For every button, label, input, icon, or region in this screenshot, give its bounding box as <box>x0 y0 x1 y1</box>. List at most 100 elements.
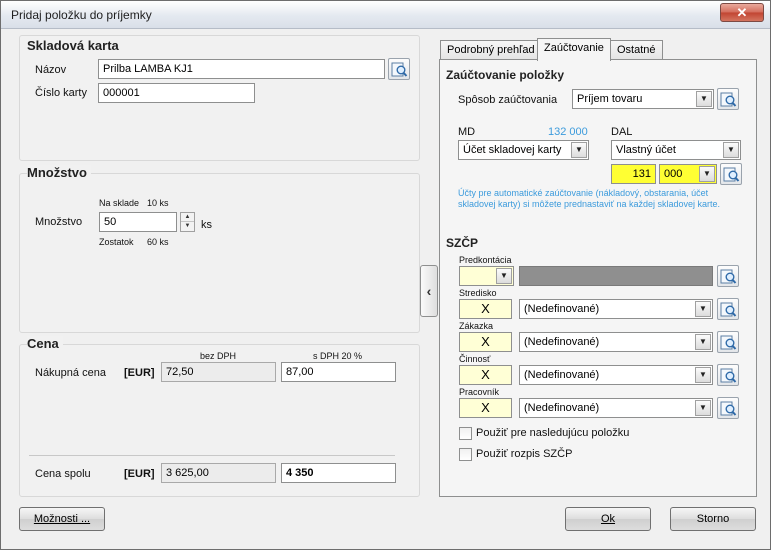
zostatok-value: 60 ks <box>147 237 169 247</box>
sposob-zauctovania-select[interactable]: Príjem tovaru ▼ <box>572 89 714 109</box>
cena-spolu-s-dph-field[interactable]: 4 350 <box>281 463 396 483</box>
nakupna-cena-label: Nákupná cena <box>35 367 106 379</box>
sposob-search-button[interactable] <box>717 88 739 110</box>
cena-spolu-currency: [EUR] <box>124 468 155 480</box>
predkontacia-label: Predkontácia <box>459 255 512 265</box>
cinnost-search-button[interactable] <box>717 364 739 386</box>
dal-label: DAL <box>611 126 633 138</box>
dialog-window: Pridaj položku do príjemky ✕ Skladová ka… <box>0 0 771 550</box>
collapse-panel-button[interactable]: ‹ <box>420 265 438 317</box>
cena-spolu-bez-dph-field: 3 625,00 <box>161 463 276 483</box>
zakazka-value: (Nedefinované) <box>524 336 600 348</box>
search-card-icon <box>720 401 737 416</box>
dal-ucet-input[interactable]: 131 <box>611 164 656 184</box>
chevron-down-icon[interactable]: ▼ <box>496 268 512 284</box>
nazov-search-button[interactable] <box>388 58 410 80</box>
spin-up-icon[interactable]: ▲ <box>181 213 194 222</box>
skladova-karta-title: Skladová karta <box>27 38 119 53</box>
stredisko-label: Stredisko <box>459 288 497 298</box>
search-card-icon <box>720 302 737 317</box>
nakupna-bez-dph-field: 72,50 <box>161 362 276 382</box>
cena-spolu-label: Cena spolu <box>35 468 91 480</box>
cislo-karty-label: Číslo karty <box>35 87 87 99</box>
zauctovanie-info-text: Účty pre automatické zaúčtovanie (náklad… <box>458 188 720 209</box>
search-card-icon <box>723 167 740 182</box>
chevron-down-icon[interactable]: ▼ <box>695 334 711 350</box>
predkontacia-description-field <box>519 266 713 286</box>
zakazka-label: Zákazka <box>459 321 494 331</box>
stredisko-select[interactable]: (Nedefinované) ▼ <box>519 299 713 319</box>
cinnost-value: (Nedefinované) <box>524 369 600 381</box>
cinnost-label: Činnosť <box>459 354 491 364</box>
szcp-title: SZČP <box>446 236 479 250</box>
md-label: MD <box>458 126 476 138</box>
zakazka-code-input[interactable]: X <box>459 332 512 352</box>
zauctovanie-polozky-title: Zaúčtovanie položky <box>446 68 565 82</box>
mnozstvo-input[interactable]: 50 <box>99 212 177 232</box>
dal-analytika-select[interactable]: 000 ▼ <box>659 164 717 184</box>
close-icon: ✕ <box>736 5 748 20</box>
tab-podrobny-prehlad[interactable]: Podrobný prehľad <box>440 40 542 60</box>
pouzit-pre-nasledujucu-checkbox[interactable] <box>459 427 472 440</box>
pracovnik-code-input[interactable]: X <box>459 398 512 418</box>
chevron-left-icon: ‹ <box>426 283 432 299</box>
mnozstvo-label: Množstvo <box>35 216 83 228</box>
md-select[interactable]: Účet skladovej karty ▼ <box>458 140 589 160</box>
search-card-icon <box>720 92 737 107</box>
ok-button[interactable]: Ok <box>565 507 651 531</box>
dal-select[interactable]: Vlastný účet ▼ <box>611 140 741 160</box>
search-card-icon <box>391 62 408 77</box>
cena-title: Cena <box>27 336 63 351</box>
moznosti-button[interactable]: Možnosti ... <box>19 507 105 531</box>
cislo-karty-input[interactable]: 000001 <box>98 83 255 103</box>
chevron-down-icon[interactable]: ▼ <box>695 301 711 317</box>
zakazka-select[interactable]: (Nedefinované) ▼ <box>519 332 713 352</box>
dal-search-button[interactable] <box>720 163 742 185</box>
search-card-icon <box>720 368 737 383</box>
pouzit-pre-nasledujucu-label[interactable]: Použiť pre nasledujúcu položku <box>476 427 629 439</box>
chevron-down-icon[interactable]: ▼ <box>699 166 715 182</box>
tab-zauctovanie[interactable]: Zaúčtovanie <box>537 38 611 61</box>
chevron-down-icon[interactable]: ▼ <box>695 367 711 383</box>
md-value: Účet skladovej karty <box>463 144 562 156</box>
chevron-down-icon[interactable]: ▼ <box>696 91 712 107</box>
na-sklade-value: 10 ks <box>147 198 169 208</box>
zakazka-search-button[interactable] <box>717 331 739 353</box>
pracovnik-search-button[interactable] <box>717 397 739 419</box>
spin-down-icon[interactable]: ▼ <box>181 222 194 231</box>
moznosti-label: Možnosti ... <box>33 513 91 525</box>
stredisko-search-button[interactable] <box>717 298 739 320</box>
storno-button[interactable]: Storno <box>670 507 756 531</box>
chevron-down-icon[interactable]: ▼ <box>723 142 739 158</box>
mnozstvo-panel <box>19 173 420 333</box>
cena-divider <box>29 455 395 456</box>
search-card-icon <box>720 269 737 284</box>
title-bar[interactable]: Pridaj položku do príjemky ✕ <box>1 1 770 29</box>
pouzit-rozpis-szcp-label[interactable]: Použiť rozpis SZČP <box>476 448 572 460</box>
stredisko-code-input[interactable]: X <box>459 299 512 319</box>
sposob-zauctovania-value: Príjem tovaru <box>577 93 643 105</box>
predkontacia-select[interactable]: ▼ <box>459 266 514 286</box>
zostatok-label: Zostatok <box>99 237 134 247</box>
tab-ostatne[interactable]: Ostatné <box>610 40 663 60</box>
s-dph-label: s DPH 20 % <box>313 351 363 361</box>
predkontacia-search-button[interactable] <box>717 265 739 287</box>
nakupna-currency: [EUR] <box>124 367 155 379</box>
pracovnik-select[interactable]: (Nedefinované) ▼ <box>519 398 713 418</box>
nakupna-s-dph-input[interactable]: 87,00 <box>281 362 396 382</box>
cinnost-code-input[interactable]: X <box>459 365 512 385</box>
mnozstvo-unit: ks <box>201 219 212 231</box>
sposob-zauctovania-label: Spôsob zaúčtovania <box>458 94 558 106</box>
close-button[interactable]: ✕ <box>720 3 764 22</box>
stredisko-value: (Nedefinované) <box>524 303 600 315</box>
chevron-down-icon[interactable]: ▼ <box>695 400 711 416</box>
dal-value: Vlastný účet <box>616 144 676 156</box>
pouzit-rozpis-szcp-checkbox[interactable] <box>459 448 472 461</box>
md-amount: 132 000 <box>548 126 588 138</box>
cinnost-select[interactable]: (Nedefinované) ▼ <box>519 365 713 385</box>
bez-dph-label: bez DPH <box>200 351 237 361</box>
ok-label: Ok <box>600 513 616 525</box>
mnozstvo-spinner[interactable]: ▲ ▼ <box>180 212 195 232</box>
chevron-down-icon[interactable]: ▼ <box>571 142 587 158</box>
nazov-input[interactable]: Prilba LAMBA KJ1 <box>98 59 385 79</box>
